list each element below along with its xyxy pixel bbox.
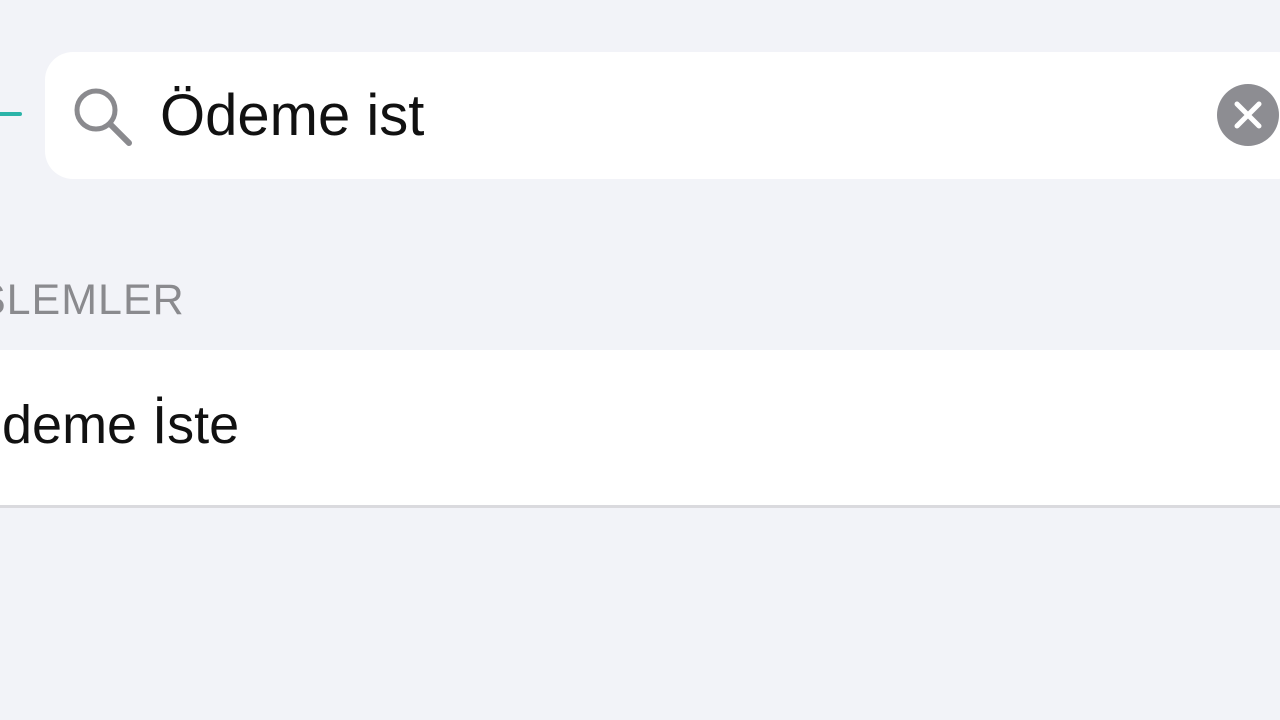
search-input[interactable] [160, 80, 1200, 152]
result-list: Ödeme İste [0, 350, 1280, 508]
search-screen: İŞLEMLER Ödeme İste [0, 0, 1280, 720]
list-item-label: Ödeme İste [0, 395, 240, 455]
list-item[interactable]: Ödeme İste [0, 350, 1280, 505]
close-icon [1234, 101, 1262, 129]
search-icon [72, 86, 134, 148]
back-arrow-icon[interactable] [0, 112, 22, 116]
clear-search-button[interactable] [1217, 84, 1279, 146]
section-header: İŞLEMLER [0, 276, 185, 324]
